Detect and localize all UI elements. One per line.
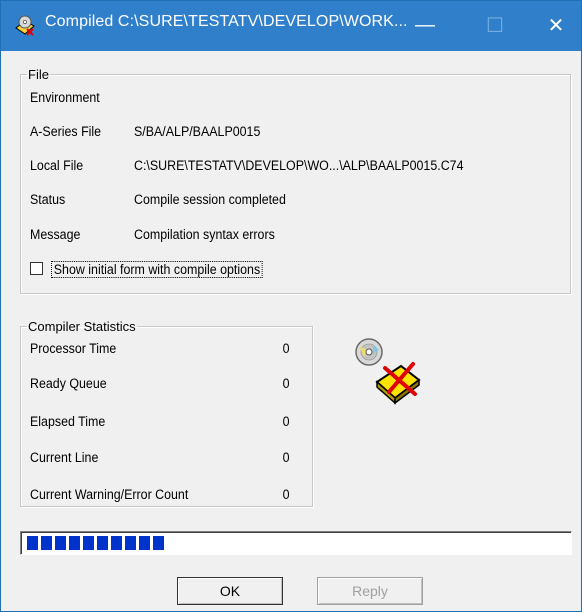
file-group-legend: File	[28, 67, 49, 82]
current-line-label: Current Line	[30, 450, 99, 465]
warning-error-count-value: 0	[283, 487, 290, 502]
ready-queue-value: 0	[283, 376, 290, 391]
file-group: File	[20, 67, 571, 294]
aseries-file-label: A-Series File	[30, 124, 102, 139]
local-file-value: C:\SURE\TESTATV\DEVELOP\WO...\ALP\BAALP0…	[134, 158, 464, 173]
compile-progress-bar	[20, 531, 572, 555]
message-label: Message	[30, 227, 81, 242]
status-value: Compile session completed	[134, 192, 286, 207]
show-initial-form-checkbox[interactable]	[30, 262, 43, 275]
environment-label: Environment	[30, 90, 100, 105]
reply-button[interactable]: Reply	[317, 577, 423, 605]
ok-button[interactable]: OK	[177, 577, 283, 605]
message-value: Compilation syntax errors	[134, 227, 275, 242]
elapsed-time-label: Elapsed Time	[30, 414, 106, 429]
processor-time-value: 0	[283, 341, 290, 356]
aseries-file-value: S/BA/ALP/BAALP0015	[134, 124, 261, 139]
local-file-label: Local File	[30, 158, 84, 173]
maximize-button[interactable]: ☐	[471, 1, 519, 49]
warning-error-count-label: Current Warning/Error Count	[30, 487, 189, 502]
compiler-app-icon	[15, 15, 35, 36]
compile-error-icon	[355, 338, 421, 405]
close-button[interactable]: ✕	[532, 1, 580, 49]
current-line-value: 0	[283, 450, 290, 465]
show-initial-form-label[interactable]: Show initial form with compile options	[51, 261, 263, 278]
processor-time-label: Processor Time	[30, 341, 117, 356]
minimize-button[interactable]: —	[401, 1, 449, 49]
status-label: Status	[30, 192, 66, 207]
ready-queue-label: Ready Queue	[30, 376, 107, 391]
window-title: Compiled C:\SURE\TESTATV\DEVELOP\WORK...	[45, 13, 408, 30]
compile-dialog: Compiled C:\SURE\TESTATV\DEVELOP\WORK...…	[0, 0, 582, 612]
compiler-statistics-legend: Compiler Statistics	[28, 319, 136, 334]
elapsed-time-value: 0	[283, 414, 290, 429]
progress-fill	[27, 536, 164, 550]
title-bar[interactable]: Compiled C:\SURE\TESTATV\DEVELOP\WORK...…	[1, 1, 581, 51]
